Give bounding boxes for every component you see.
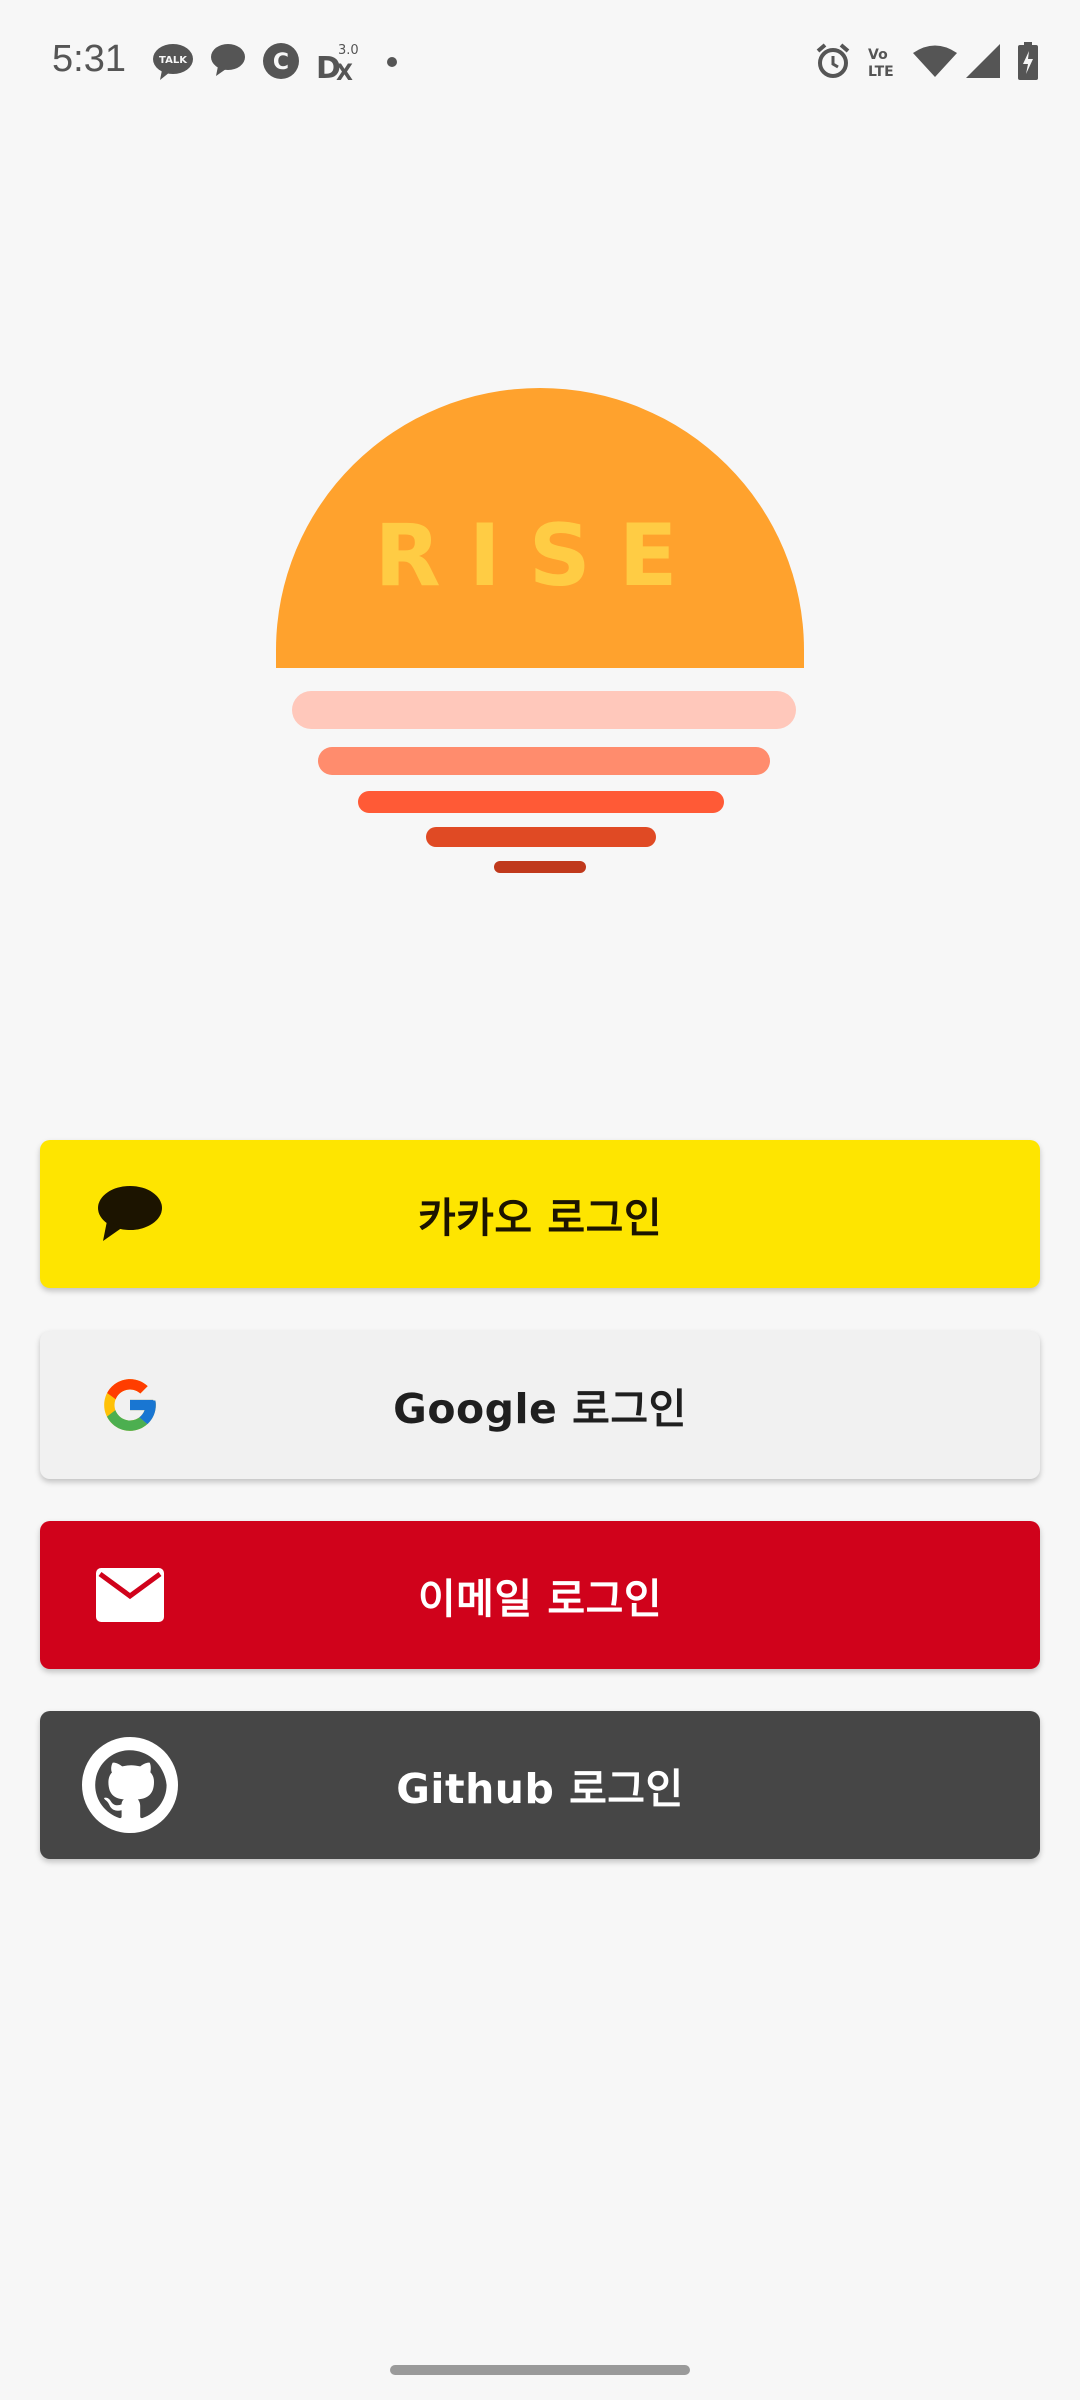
wifi-icon [912,44,958,78]
status-time: 5:31 [52,38,126,80]
status-bar: 5:31 TALK C D X 3.0 Vo LTE [0,0,1080,120]
mail-envelope-icon [80,1545,180,1645]
dx-app-icon: D X 3.0 [316,40,362,82]
battery-icon [1018,42,1038,80]
svg-text:3.0: 3.0 [338,43,359,58]
github-login-label: Github 로그인 [396,1765,684,1813]
email-login-label: 이메일 로그인 [417,1575,663,1623]
alarm-icon [814,42,852,80]
svg-text:C: C [273,50,289,75]
kakao-login-button[interactable]: 카카오 로그인 [40,1140,1040,1288]
kakao-login-label: 카카오 로그인 [417,1194,663,1242]
rise-logo: RISE [270,350,810,880]
logo-text: RISE [375,506,706,606]
svg-text:X: X [336,61,353,82]
svg-text:Vo: Vo [868,47,888,63]
google-login-button[interactable]: Google 로그인 [40,1331,1040,1479]
github-octocat-icon [80,1735,180,1835]
kakaotalk-icon: TALK [152,42,194,82]
email-login-button[interactable]: 이메일 로그인 [40,1521,1040,1669]
github-login-button[interactable]: Github 로그인 [40,1711,1040,1859]
dot-icon [386,56,398,68]
signal-icon [966,44,1002,78]
google-g-icon [80,1355,180,1455]
svg-text:TALK: TALK [159,55,188,66]
chat-bubble-icon [210,42,246,80]
gesture-navigation-bar[interactable] [390,2365,690,2375]
volte-icon: Vo LTE [866,44,906,80]
google-login-label: Google 로그인 [393,1385,687,1433]
svg-text:LTE: LTE [868,64,894,80]
c-app-icon: C [262,42,300,80]
kakao-speech-bubble-icon [80,1164,180,1264]
